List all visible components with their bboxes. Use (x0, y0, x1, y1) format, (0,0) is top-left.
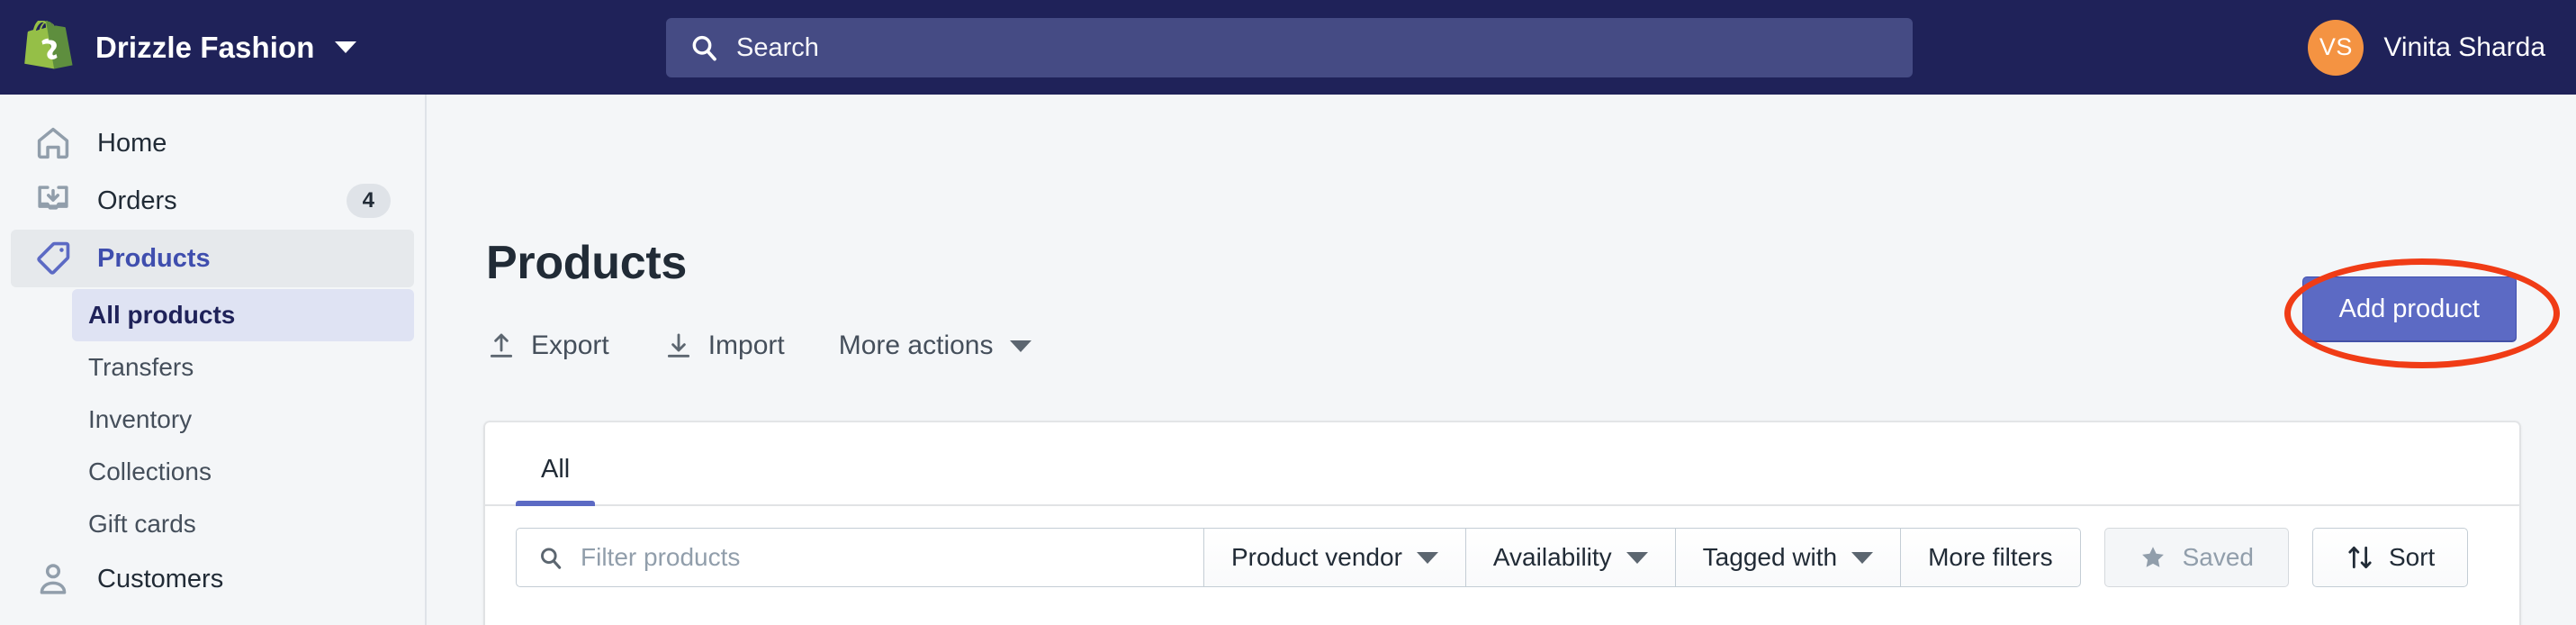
orders-inbox-icon (38, 186, 68, 210)
sidebar-item-products[interactable]: Products (11, 230, 414, 287)
user-name: Vinita Sharda (2383, 32, 2545, 62)
global-search-placeholder: Search (736, 32, 819, 62)
export-button[interactable]: Export (486, 331, 609, 361)
tab-label: All (541, 455, 571, 484)
tab-all[interactable]: All (516, 455, 596, 506)
sidebar-item-label: Orders (97, 186, 177, 215)
chevron-down-icon (1416, 551, 1438, 564)
import-button[interactable]: Import (663, 331, 785, 361)
products-card: All Filter products Product vendor Avail… (484, 421, 2520, 625)
filter-products-placeholder: Filter products (581, 543, 741, 571)
filter-bar: Filter products Product vendor Availabil… (485, 506, 2519, 587)
user-menu[interactable]: VS Vinita Sharda (2308, 0, 2545, 95)
sidebar-item-home[interactable]: Home (11, 114, 414, 172)
page-action-bar: Export Import More actions (486, 331, 1085, 361)
saved-button[interactable]: Saved (2103, 528, 2289, 587)
add-product-button[interactable]: Add product (2301, 276, 2517, 342)
sidebar-item-customers[interactable]: Customers (11, 550, 414, 608)
sidebar-subitem-label: All products (88, 301, 236, 329)
customer-person-icon (40, 564, 67, 594)
orders-count-badge: 4 (346, 184, 391, 218)
chevron-down-icon (1009, 340, 1031, 352)
global-search-input[interactable]: Search (666, 18, 1913, 77)
top-navigation-bar: Drizzle Fashion Search VS Vinita Sharda (0, 0, 2576, 95)
filter-label: Tagged with (1702, 543, 1838, 571)
product-tag-icon (37, 241, 70, 275)
avatar: VS (2308, 19, 2364, 76)
home-icon (37, 127, 69, 159)
more-actions-button[interactable]: More actions (839, 331, 1031, 361)
sidebar-subitem-transfers[interactable]: Transfers (72, 341, 414, 394)
filter-product-vendor-button[interactable]: Product vendor (1204, 528, 1466, 587)
card-tabs: All (485, 422, 2519, 506)
sidebar-item-label: Home (97, 128, 167, 158)
sidebar-subitem-label: Collections (88, 457, 212, 485)
saved-label: Saved (2182, 543, 2254, 571)
shopify-bag-logo-icon (24, 20, 73, 69)
sort-button[interactable]: Sort (2311, 528, 2469, 587)
import-label: Import (707, 331, 785, 360)
sidebar-subitem-collections[interactable]: Collections (72, 446, 414, 498)
sidebar-subitem-label: Transfers (88, 353, 194, 381)
search-icon (541, 547, 562, 569)
search-icon (692, 35, 716, 61)
import-download-icon (667, 333, 689, 358)
sidebar-subitem-label: Gift cards (88, 510, 196, 538)
sort-label: Sort (2388, 543, 2436, 571)
main-content: Products Export Import More actions Add … (428, 95, 2576, 625)
products-subnav: All products Transfers Inventory Collect… (0, 289, 425, 550)
filter-label: Availability (1492, 543, 1612, 571)
sidebar-item-label: Products (97, 243, 211, 273)
filter-label: Product vendor (1231, 543, 1402, 571)
filter-more-filters-button[interactable]: More filters (1901, 528, 2081, 587)
sidebar-subitem-all-products[interactable]: All products (72, 289, 414, 341)
sidebar-subitem-label: Inventory (88, 405, 193, 433)
sidebar-subitem-inventory[interactable]: Inventory (72, 394, 414, 446)
filter-tagged-with-button[interactable]: Tagged with (1675, 528, 1902, 587)
chevron-down-icon (1851, 551, 1874, 564)
chevron-down-icon (1626, 551, 1648, 564)
filter-label: More filters (1928, 543, 2053, 571)
sidebar-navigation: Home Orders 4 Products All products Tran… (0, 95, 427, 625)
store-name: Drizzle Fashion (95, 30, 315, 64)
filter-button-group: Product vendor Availability Tagged with … (1204, 528, 2081, 587)
chevron-down-icon (334, 41, 356, 53)
export-upload-icon (490, 333, 513, 358)
sidebar-item-orders[interactable]: Orders 4 (11, 172, 414, 230)
page-title: Products (486, 237, 687, 289)
sidebar-item-label: Customers (97, 564, 224, 593)
export-label: Export (531, 331, 609, 360)
sort-arrows-icon (2348, 546, 2372, 569)
star-icon (2141, 547, 2164, 567)
sidebar-subitem-gift-cards[interactable]: Gift cards (72, 498, 414, 550)
products-table-header: Product Inventory Type Vendor (485, 614, 2519, 625)
store-switcher[interactable]: Drizzle Fashion (23, 0, 356, 95)
filter-availability-button[interactable]: Availability (1465, 528, 1676, 587)
more-actions-label: More actions (838, 331, 994, 360)
filter-products-input[interactable]: Filter products (516, 528, 1204, 587)
